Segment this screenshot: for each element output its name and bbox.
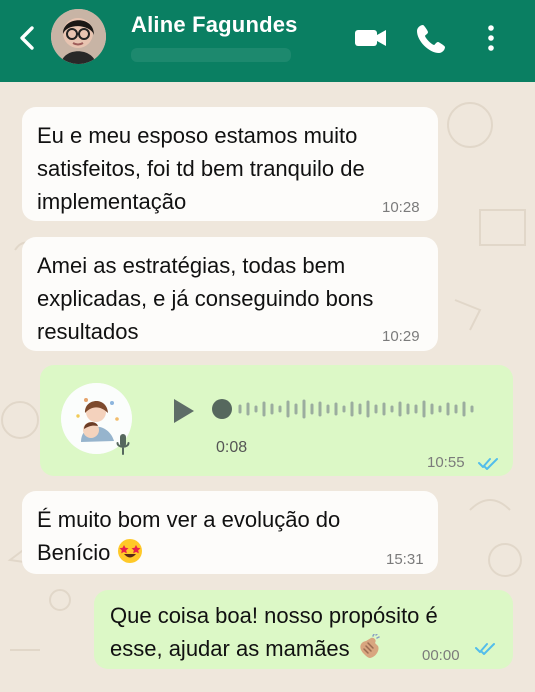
message-time: 10:29 — [382, 328, 420, 345]
play-icon[interactable] — [170, 396, 196, 426]
contact-name[interactable]: Aline Fagundes — [131, 12, 298, 38]
message-line: É muito bom ver a evolução do — [37, 507, 341, 532]
message-line: Que coisa boa! nosso propósito é — [110, 603, 438, 628]
video-camera-icon[interactable] — [354, 22, 388, 54]
read-receipt-icon — [475, 643, 495, 655]
message-time: 15:31 — [386, 551, 424, 568]
message-bubble-incoming[interactable]: Eu e meu esposo estamos muito satisfeito… — [22, 107, 438, 221]
chat-header: Aline Fagundes — [0, 0, 535, 82]
message-line: Amei as estratégias, todas bem — [37, 253, 346, 278]
message-line: implementação — [37, 189, 187, 214]
read-receipt-icon — [478, 458, 498, 470]
message-time: 10:28 — [382, 199, 420, 216]
star-struck-emoji — [117, 539, 142, 563]
message-line: esse, ajudar as mamães — [110, 636, 350, 661]
message-line: resultados — [37, 319, 139, 344]
voice-message-bubble[interactable]: 0:08 10:55 — [40, 365, 513, 476]
message-time: 10:55 — [427, 454, 465, 471]
message-bubble-incoming[interactable]: É muito bom ver a evolução do Benício 15… — [22, 491, 438, 574]
message-line: Benício — [37, 540, 111, 565]
clapping-hands-emoji — [360, 634, 380, 658]
contact-avatar[interactable] — [51, 9, 106, 64]
message-time: 00:00 — [422, 647, 460, 664]
more-vertical-icon[interactable] — [481, 22, 501, 54]
contact-subtitle-placeholder — [131, 48, 291, 62]
message-bubble-outgoing[interactable]: Que coisa boa! nosso propósito é esse, a… — [94, 590, 513, 669]
message-line: satisfeitos, foi td bem tranquilo de — [37, 156, 365, 181]
message-line: Eu e meu esposo estamos muito — [37, 123, 358, 148]
microphone-icon — [116, 434, 130, 455]
audio-waveform[interactable] — [210, 395, 476, 423]
voice-duration: 0:08 — [216, 439, 248, 456]
message-bubble-incoming[interactable]: Amei as estratégias, todas bem explicada… — [22, 237, 438, 351]
phone-icon[interactable] — [416, 22, 448, 54]
chevron-left-icon[interactable] — [14, 24, 42, 52]
message-line: explicadas, e já conseguindo bons — [37, 286, 374, 311]
